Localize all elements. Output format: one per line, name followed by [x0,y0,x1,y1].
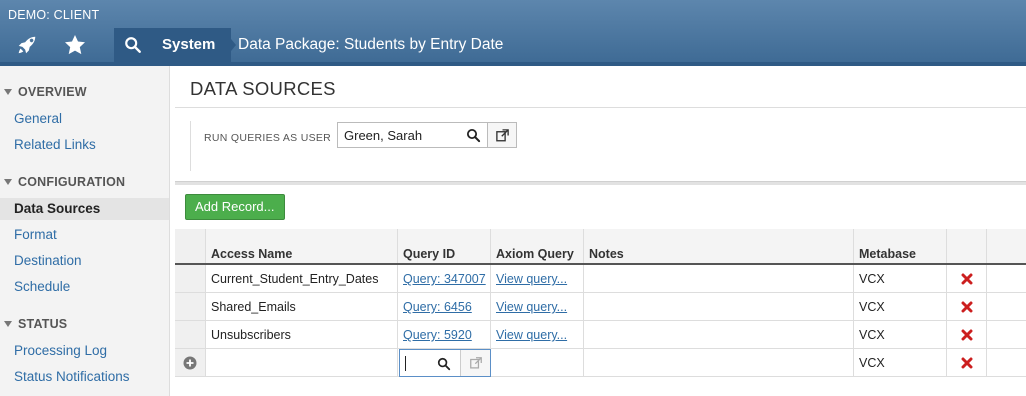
external-link-icon[interactable] [460,350,490,376]
sidebar-item-data-sources[interactable]: Data Sources [0,198,169,220]
sidebar-item-status-notifications[interactable]: Status Notifications [0,366,169,388]
query-id-cell: Query: 6456 [398,293,491,320]
metabase-cell[interactable]: VCX [854,293,947,320]
notes-cell[interactable] [584,293,854,320]
sidebar-section-configuration[interactable]: CONFIGURATION [0,175,170,195]
notes-cell[interactable] [584,265,854,292]
delete-icon[interactable] [947,321,987,348]
access-name-cell[interactable]: Unsubscribers [206,321,398,348]
row-handle[interactable] [175,265,206,292]
row-extra-cell [987,293,1026,320]
new-record-row: VCX [175,349,1026,377]
notes-cell[interactable] [584,321,854,348]
column-header-query-id[interactable]: Query ID [398,229,491,263]
query-id-link[interactable]: Query: 5920 [403,328,472,342]
column-header-metabase[interactable]: Metabase [854,229,947,263]
access-name-cell[interactable]: Current_Student_Entry_Dates [206,265,398,292]
access-name-cell[interactable] [206,349,398,376]
external-link-icon[interactable] [487,122,517,148]
delete-icon[interactable] [947,293,987,320]
column-header-extra [987,229,1026,263]
delete-icon[interactable] [947,349,987,376]
run-as-user-label: RUN QUERIES AS USER [204,132,332,144]
query-id-link[interactable]: Query: 6456 [403,300,472,314]
rocket-icon[interactable] [10,30,44,60]
breadcrumb-system[interactable]: System [152,28,232,62]
table-header-row: Access Name Query ID Axiom Query Notes M… [175,229,1026,265]
sidebar-item-general[interactable]: General [0,108,169,130]
nav-row: System Data Package: Students by Entry D… [0,28,1026,62]
text-caret [405,356,406,371]
star-icon[interactable] [58,30,92,60]
page-title: Data Package: Students by Entry Date [238,36,504,53]
add-row-icon[interactable] [175,349,206,376]
search-icon[interactable] [434,354,454,374]
delete-icon[interactable] [947,265,987,292]
collapse-triangle-icon [4,179,12,186]
table-row: Unsubscribers Query: 5920 View query... … [175,321,1026,349]
table-row: Shared_Emails Query: 6456 View query... … [175,293,1026,321]
client-label: DEMO: CLIENT [8,8,100,22]
query-id-cell: Query: 5920 [398,321,491,348]
access-name-cell[interactable]: Shared_Emails [206,293,398,320]
row-extra-cell [987,321,1026,348]
sidebar-item-related-links[interactable]: Related Links [0,134,169,156]
sidebar-heading-label: OVERVIEW [18,85,87,99]
sidebar: OVERVIEW General Related Links CONFIGURA… [0,66,170,396]
sidebar-heading-label: STATUS [18,317,68,331]
axiom-query-cell[interactable] [491,349,584,376]
column-header-axiom-query[interactable]: Axiom Query [491,229,584,263]
notes-cell[interactable] [584,349,854,376]
main-content: DATA SOURCES RUN QUERIES AS USER Add Rec… [175,66,1026,396]
column-header-handle [175,229,206,263]
row-handle[interactable] [175,321,206,348]
sidebar-item-processing-log[interactable]: Processing Log [0,340,169,362]
column-header-access-name[interactable]: Access Name [206,229,398,263]
sidebar-item-format[interactable]: Format [0,224,169,246]
view-query-link[interactable]: View query... [496,300,567,314]
view-query-link[interactable]: View query... [496,272,567,286]
collapse-triangle-icon [4,321,12,328]
query-id-lookup-field [399,349,491,377]
query-id-cell: Query: 347007 [398,265,491,292]
sidebar-section-overview[interactable]: OVERVIEW [0,85,170,105]
row-handle[interactable] [175,293,206,320]
add-record-button[interactable]: Add Record... [185,194,285,220]
row-extra-cell [987,265,1026,292]
section-title: DATA SOURCES [190,78,336,99]
axiom-query-cell: View query... [491,293,584,320]
query-id-link[interactable]: Query: 347007 [403,272,486,286]
divider [175,107,1026,108]
sidebar-heading-label: CONFIGURATION [18,175,126,189]
view-query-link[interactable]: View query... [496,328,567,342]
sidebar-section-status[interactable]: STATUS [0,317,170,337]
sidebar-item-destination[interactable]: Destination [0,250,169,272]
global-search-icon[interactable] [114,28,152,62]
collapse-triangle-icon [4,89,12,96]
column-header-notes[interactable]: Notes [584,229,854,263]
axiom-query-cell: View query... [491,265,584,292]
metabase-cell[interactable]: VCX [854,265,947,292]
row-extra-cell [987,349,1026,376]
column-header-actions [947,229,987,263]
top-bar: DEMO: CLIENT System Data Package: Studen… [0,0,1026,66]
sidebar-item-schedule[interactable]: Schedule [0,276,169,298]
section-divider [175,181,1026,185]
metabase-cell[interactable]: VCX [854,321,947,348]
run-as-user-form: RUN QUERIES AS USER [190,121,1026,171]
metabase-cell[interactable]: VCX [854,349,947,376]
table-row: Current_Student_Entry_Dates Query: 34700… [175,265,1026,293]
axiom-query-cell: View query... [491,321,584,348]
breadcrumb-arrow [222,28,236,62]
search-icon[interactable] [459,122,487,148]
